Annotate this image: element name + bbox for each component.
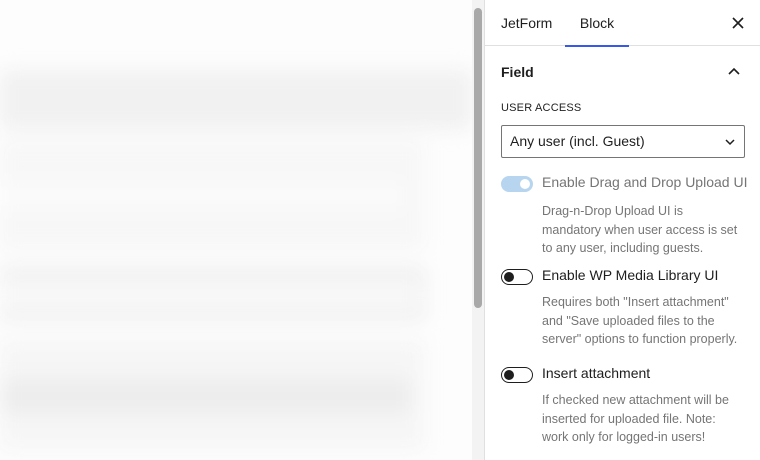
user-access-select[interactable]: Any user (incl. Guest) (501, 125, 745, 158)
toggle-knob (504, 272, 514, 282)
drag-drop-help: Drag-n-Drop Upload UI is mandatory when … (542, 204, 738, 255)
media-library-label: Enable WP Media Library UI (542, 267, 719, 283)
close-icon (732, 17, 744, 29)
section-title: Field (501, 64, 534, 80)
tab-block[interactable]: Block (565, 0, 629, 47)
collapse-panel-button[interactable] (722, 60, 746, 84)
insert-attachment-toggle[interactable] (501, 367, 533, 383)
media-library-help: Requires both "Insert attachment" and "S… (542, 295, 738, 346)
drag-drop-toggle[interactable] (501, 176, 533, 192)
insert-attachment-label: Insert attachment (542, 365, 651, 381)
editor-canvas (0, 0, 472, 460)
canvas-scrollbar[interactable] (472, 0, 484, 460)
chevron-down-icon (725, 139, 735, 146)
tab-jetform[interactable]: JetForm (501, 0, 552, 46)
field-panel-header[interactable]: Field (485, 46, 760, 94)
media-library-toggle[interactable] (501, 269, 533, 285)
settings-sidebar: JetForm Block Field USER ACCESS Any user… (484, 0, 760, 460)
close-sidebar-button[interactable] (726, 11, 750, 35)
chevron-up-icon (728, 67, 740, 75)
scrollbar-thumb[interactable] (474, 8, 482, 308)
insert-attachment-help: If checked new attachment will be insert… (542, 393, 729, 444)
sidebar-tabs: JetForm Block (485, 0, 760, 47)
toggle-knob (504, 370, 514, 380)
toggle-knob (520, 179, 530, 189)
blurred-content (0, 0, 472, 460)
drag-drop-label: Enable Drag and Drop Upload UI (542, 174, 748, 190)
user-access-label: USER ACCESS (501, 102, 582, 114)
user-access-value: Any user (incl. Guest) (510, 133, 645, 149)
